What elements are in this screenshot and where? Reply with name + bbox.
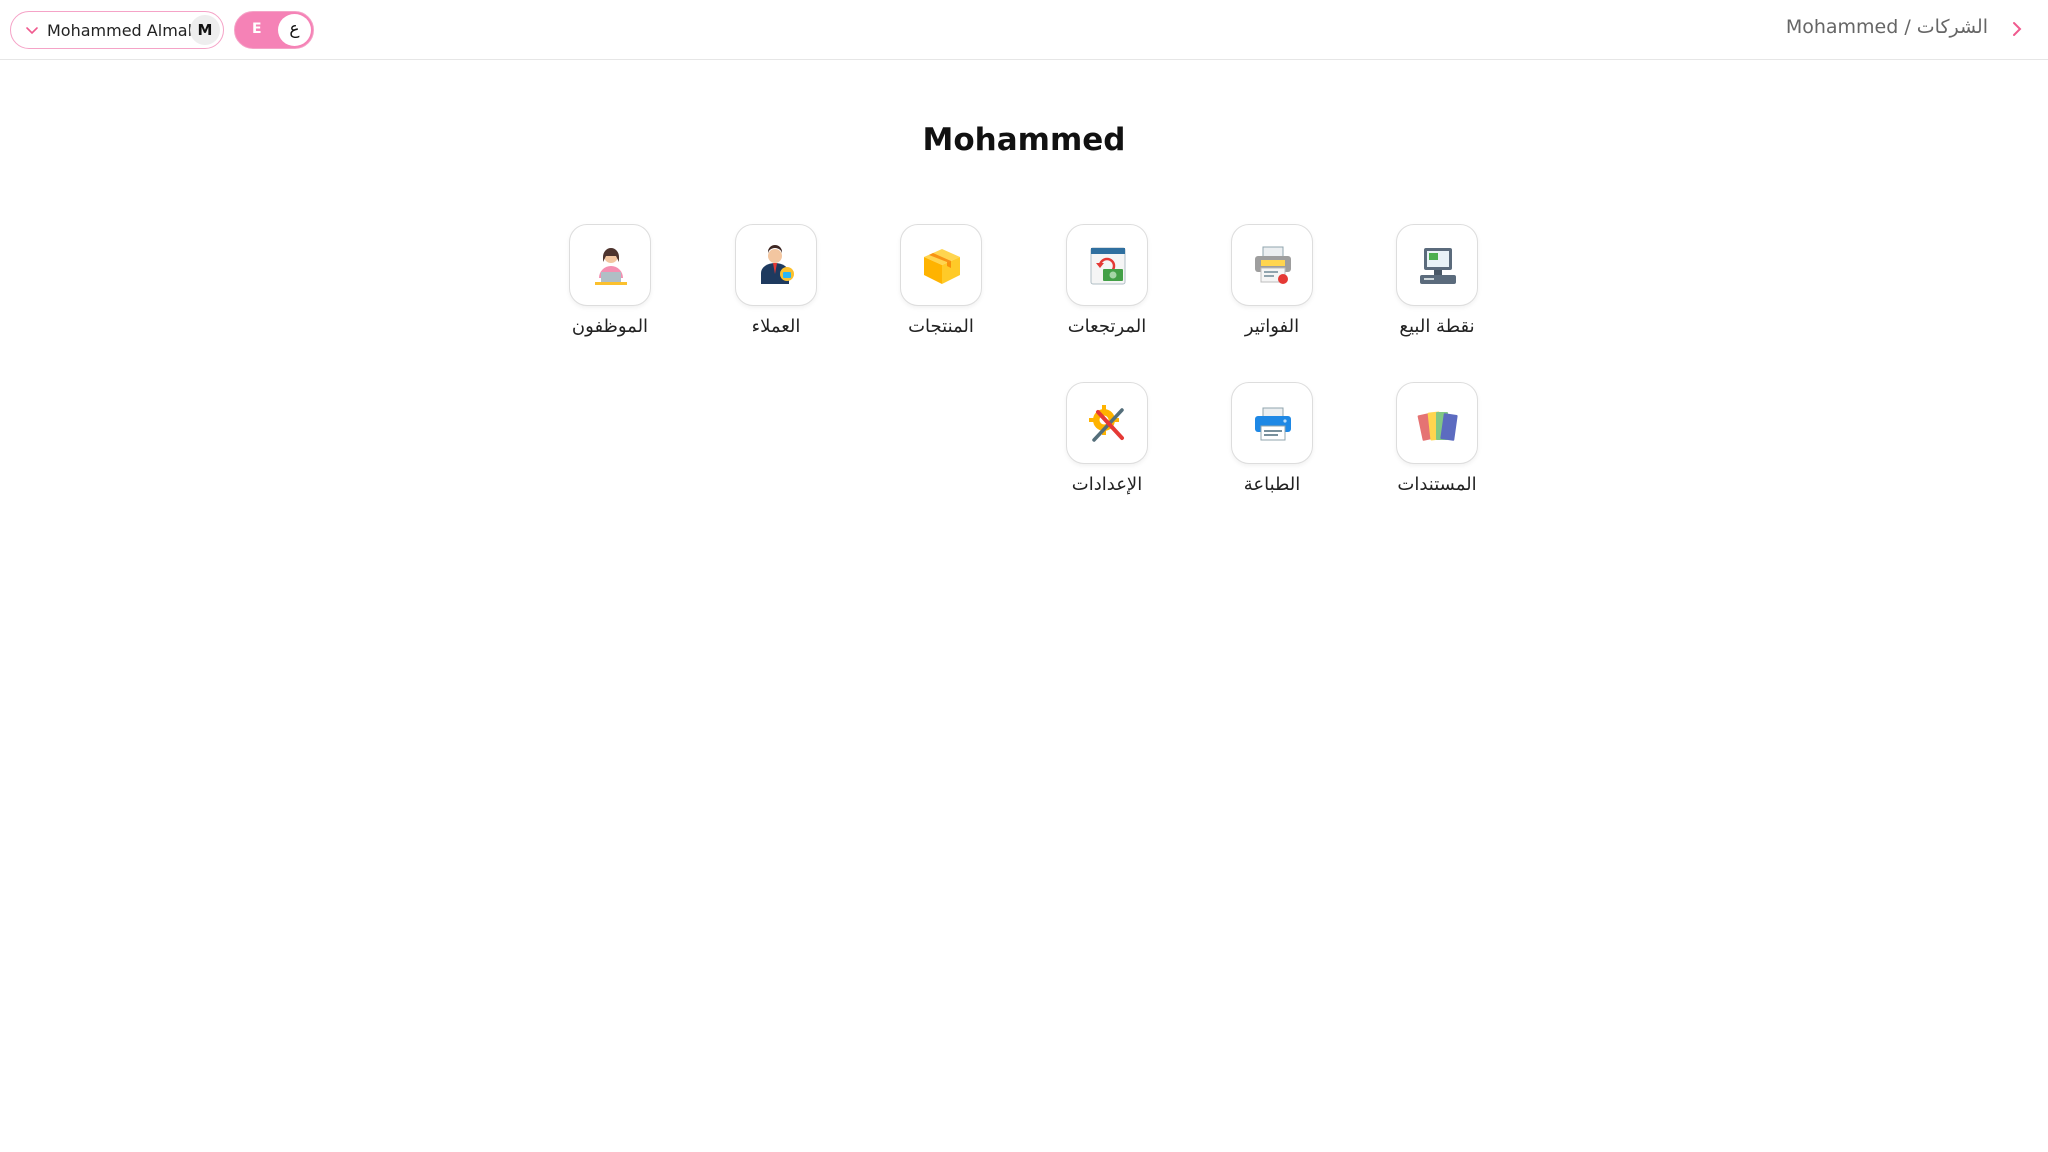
app-returns-label: المرتجعات [1067,316,1147,337]
app-pos-icon-box[interactable] [1396,224,1478,306]
app-settings-icon-box[interactable] [1066,382,1148,464]
app-employees[interactable]: الموظفون [530,224,690,354]
pos-terminal-icon [1420,248,1456,284]
chevron-down-icon [26,27,38,35]
invoice-printer-icon [1255,246,1291,284]
breadcrumb[interactable]: Mohammed / الشركات [1786,16,1988,38]
folders-icon [1417,411,1458,441]
employee-icon [595,248,627,285]
app-settings-label: الإعدادات [1071,474,1143,495]
customer-icon [761,245,794,284]
app-settings[interactable]: الإعدادات [1027,382,1187,512]
app-returns[interactable]: المرتجعات [1027,224,1187,354]
lang-english-label: E [252,21,262,37]
app-employees-icon-box[interactable] [569,224,651,306]
app-pos-label: نقطة البيع [1399,316,1475,337]
printer-icon [1255,407,1291,441]
lang-arabic-knob: ع [278,14,311,46]
refund-icon [1090,247,1126,285]
language-toggle[interactable]: E ع [234,11,314,49]
app-printing[interactable]: الطباعة [1192,382,1352,512]
app-returns-icon-box[interactable] [1066,224,1148,306]
app-pos[interactable]: نقطة البيع [1357,224,1517,354]
app-products[interactable]: المنتجات [861,224,1021,354]
app-customers-icon-box[interactable] [735,224,817,306]
app-documents-label: المستندات [1397,474,1477,495]
app-products-icon-box[interactable] [900,224,982,306]
top-bar: Mohammed Almalki M E ع Mohammed / الشركا… [0,0,2048,60]
app-products-label: المنتجات [908,316,974,337]
page-title: Mohammed [922,122,1126,158]
user-menu-button[interactable]: Mohammed Almalki M [10,11,224,49]
chevron-right-icon[interactable] [2010,20,2024,38]
settings-tools-icon [1089,405,1124,442]
app-printing-icon-box[interactable] [1231,382,1313,464]
user-name: Mohammed Almalki [47,21,206,40]
app-customers[interactable]: العملاء [696,224,856,354]
app-invoices[interactable]: الفواتير [1192,224,1352,354]
app-invoices-icon-box[interactable] [1231,224,1313,306]
avatar: M [190,15,220,45]
app-customers-label: العملاء [751,316,801,337]
box-icon [924,249,960,284]
app-documents-icon-box[interactable] [1396,382,1478,464]
app-employees-label: الموظفون [571,316,649,337]
app-invoices-label: الفواتير [1244,316,1300,337]
app-printing-label: الطباعة [1243,474,1301,495]
app-documents[interactable]: المستندات [1357,382,1517,512]
